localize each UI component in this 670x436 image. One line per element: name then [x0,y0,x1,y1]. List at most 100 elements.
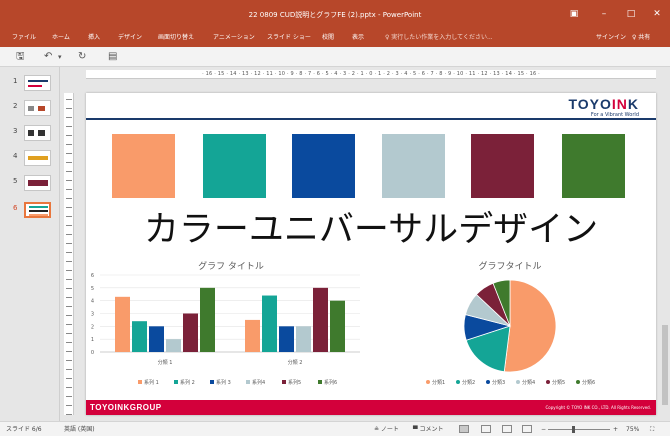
tab-design[interactable]: デザイン [118,33,142,43]
legend-label: 系列 3 [216,379,231,386]
signin-link[interactable]: サインイン [596,33,626,43]
ruler-tick [66,306,72,307]
redo-icon[interactable]: ↻ [78,51,86,63]
minimize-button[interactable]: – [597,8,611,20]
tab-slideshow[interactable]: スライド ショー [267,33,311,43]
share-button[interactable]: ♀ 共有 [632,33,650,43]
color-swatch-wine[interactable] [471,134,534,198]
bar-2-3 [279,326,294,352]
pie-legend-swatch [546,380,550,384]
legend-swatch [282,380,286,384]
ruler-tick [66,153,72,154]
ruler-tick [66,378,72,379]
pie-legend-label: 分類3 [492,379,505,386]
color-swatch-orange[interactable] [112,134,175,198]
zoom-out-button[interactable]: − [541,425,546,434]
y-tick-label: 4 [91,299,94,305]
pie-legend-label: 分類2 [462,379,475,386]
normal-view-button[interactable] [459,425,469,433]
bar-1-4 [166,339,181,352]
tell-me-search[interactable]: ♀ 実行したい作業を入力してください... [385,33,493,43]
y-tick-label: 2 [91,324,94,330]
tab-transitions[interactable]: 画面切り替え [158,33,194,43]
legend-swatch [318,380,322,384]
slide-thumbnail-2[interactable] [24,100,51,116]
thumb-number: 2 [13,102,18,110]
ruler-tick [66,117,72,118]
slide-title[interactable]: カラーユニバーサルデザイン [86,208,656,252]
tab-animations[interactable]: アニメーション [213,33,255,43]
x-category-label: 分類 1 [158,359,173,366]
present-icon[interactable]: ▤ [108,51,117,63]
slide-thumbnail-4[interactable] [24,150,51,166]
slide-canvas[interactable]: TOYOINK For a Vibrant World カラーユニバーサルデザイ… [86,93,656,415]
bar-1-6 [200,287,215,352]
title-bar: 22 0809 CUD説明とグラフFE (2).pptx - PowerPoin… [0,0,670,30]
scrollbar-thumb[interactable] [662,325,668,405]
undo-icon[interactable]: ↶ [44,51,52,63]
pie-slice-1 [503,279,557,373]
tab-review[interactable]: 校閲 [322,33,334,43]
tab-view[interactable]: 表示 [352,33,364,43]
bar-1-3 [149,326,164,352]
zoom-in-button[interactable]: + [613,425,618,434]
pie-legend-label: 分類6 [582,379,595,386]
slide-sorter-view-button[interactable] [481,425,491,433]
legend-swatch [174,380,178,384]
ruler-tick [66,99,72,100]
ribbon-tab-row: ファイル ホーム 挿入 デザイン 画面切り替え アニメーション スライド ショー… [0,30,670,47]
ruler-tick [66,171,72,172]
slideshow-view-button[interactable] [522,425,532,433]
slide-thumbnail-6[interactable] [24,202,51,218]
ribbon-display-options-button[interactable]: ▣ [567,8,581,20]
ruler-tick [66,297,72,298]
horizontal-ruler: · 16 · 15 · 14 · 13 · 12 · 11 · 10 · 9 ·… [86,70,656,79]
ruler-tick [66,126,72,127]
color-swatch-blue[interactable] [292,134,355,198]
tab-insert[interactable]: 挿入 [88,33,100,43]
reading-view-button[interactable] [502,425,512,433]
slide-counter: スライド 6/6 [6,426,42,433]
thumb-number: 6 [13,204,18,212]
ruler-tick [66,207,72,208]
tab-home[interactable]: ホーム [52,33,70,43]
header-divider [86,118,656,120]
zoom-level[interactable]: 75% [626,425,639,434]
maximize-button[interactable]: □ [624,8,638,20]
close-button[interactable]: ✕ [650,8,664,20]
zoom-slider-knob[interactable] [572,426,575,433]
ruler-tick [66,234,72,235]
ruler-tick [66,414,72,415]
thumb-number: 3 [13,127,18,135]
slide-thumbnail-3[interactable] [24,125,51,141]
pie-legend-swatch [516,380,520,384]
zoom-slider[interactable] [548,429,610,430]
charts-area[interactable]: グラフ タイトル 0 1 2 3 4 5 6 分類 1 分類 2 系列 1 系列 2 系列 3 系列4 系列… [86,253,656,399]
pie-legend-swatch [456,380,460,384]
undo-dropdown-icon[interactable]: ▾ [58,51,62,63]
pie-legend-label: 分類5 [552,379,565,386]
ruler-tick [66,279,72,280]
legend-label: 系列4 [252,379,265,386]
tab-file[interactable]: ファイル [12,33,36,43]
ruler-tick [66,252,72,253]
legend-label: 系列 1 [144,379,159,386]
vertical-scrollbar[interactable] [660,70,670,421]
color-swatch-green[interactable] [562,134,625,198]
ruler-tick [66,351,72,352]
vertical-ruler [64,93,74,415]
ruler-tick [66,396,72,397]
slide-thumbnail-5[interactable] [24,175,51,191]
toyo-ink-logo: TOYOINK For a Vibrant World [568,96,639,118]
save-icon[interactable]: 🖫 [16,51,25,63]
color-swatch-teal[interactable] [203,134,266,198]
slide-thumbnail-1[interactable] [24,75,51,91]
notes-button[interactable]: ≗ ノート [374,425,399,434]
language-indicator[interactable]: 英語 (英国) [64,425,95,434]
comments-button[interactable]: ▀ コメント [413,425,444,434]
fit-slide-icon[interactable]: ⛶ [650,425,654,434]
legend-label: 系列5 [288,379,301,386]
pie-legend-swatch [486,380,490,384]
color-swatch-light-gray-blue[interactable] [382,134,445,198]
status-bar: スライド 6/6 英語 (英国) ≗ ノート ▀ コメント − + 75% ⛶ [0,421,670,436]
